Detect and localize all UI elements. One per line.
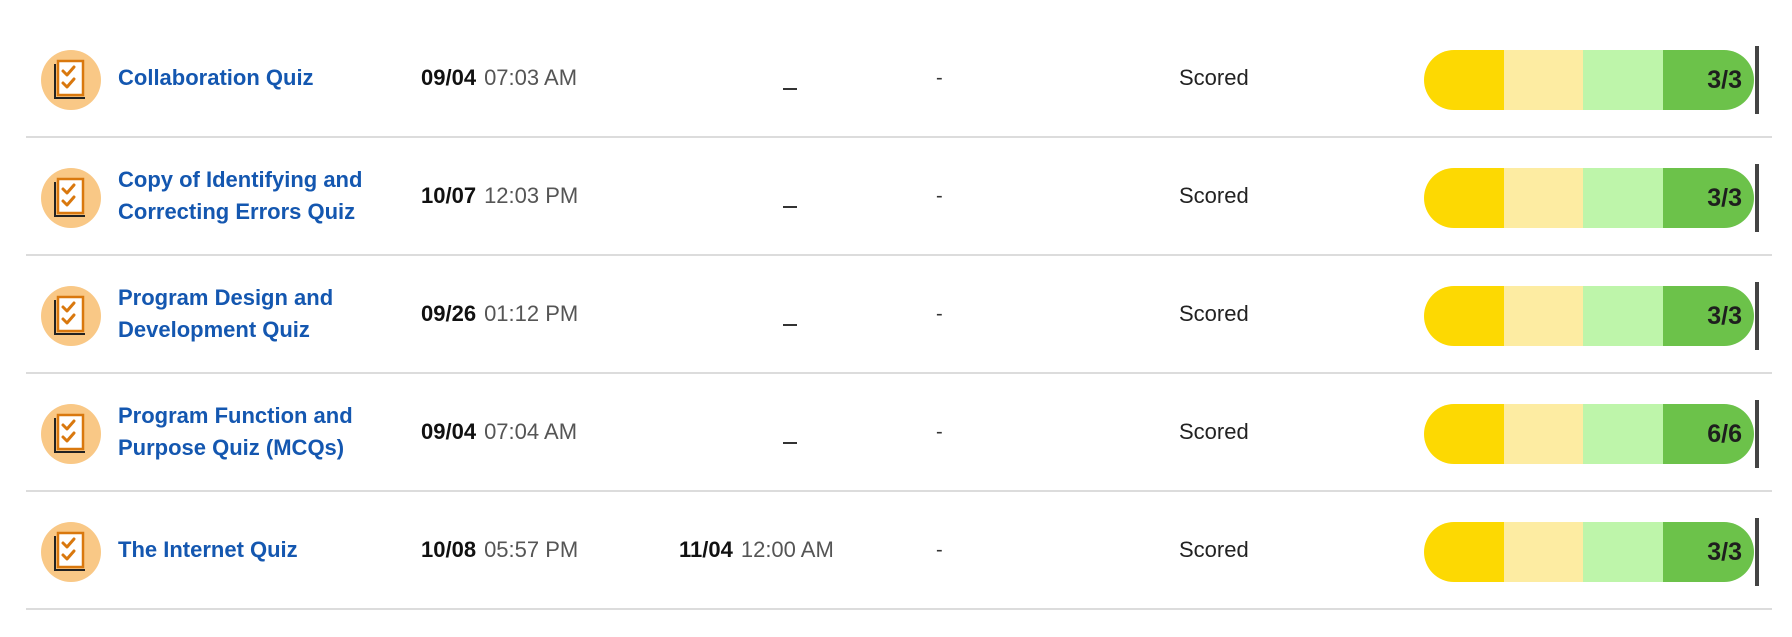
score-segment (1424, 522, 1504, 582)
start-datetime: 10/07 12:03 PM (421, 138, 578, 254)
start-date: 09/26 (421, 301, 477, 326)
start-date: 10/07 (421, 183, 477, 208)
due-date-empty-placeholder (783, 206, 797, 208)
score-value: 3/3 (1662, 522, 1754, 582)
status-label: Scored (1179, 183, 1249, 208)
extra-column-value: - (936, 302, 943, 325)
start-time: 05:57 PM (484, 537, 579, 562)
score-value: 3/3 (1662, 168, 1754, 228)
start-datetime: 10/08 05:57 PM (421, 492, 578, 608)
score-segment (1503, 404, 1583, 464)
score-progress-bar[interactable]: 3/3 (1424, 168, 1754, 228)
quiz-checklist-icon (41, 168, 101, 228)
assignment-title-link[interactable]: Program Design and Development Quiz (118, 256, 398, 372)
extra-column-value: - (936, 538, 943, 561)
extra-column-value: - (936, 184, 943, 207)
quiz-checklist-icon (41, 50, 101, 110)
score-segment (1583, 168, 1663, 228)
score-progress-bar[interactable]: 3/3 (1424, 50, 1754, 110)
quiz-checklist-icon (41, 404, 101, 464)
score-segment (1583, 286, 1663, 346)
score-marker (1755, 46, 1759, 114)
status-label: Scored (1179, 419, 1249, 444)
score-segment (1583, 404, 1663, 464)
score-value: 3/3 (1662, 286, 1754, 346)
start-datetime: 09/04 07:04 AM (421, 374, 577, 490)
score-progress-bar[interactable]: 6/6 (1424, 404, 1754, 464)
assignment-row: Program Function and Purpose Quiz (MCQs)… (26, 374, 1772, 492)
score-segment (1503, 286, 1583, 346)
score-marker (1755, 518, 1759, 586)
assignment-title-link[interactable]: The Internet Quiz (118, 492, 398, 608)
extra-column-value: - (936, 66, 943, 89)
start-datetime: 09/26 01:12 PM (421, 256, 578, 372)
assignment-row: Collaboration Quiz 09/04 07:03 AM - Scor… (26, 20, 1772, 138)
due-date-empty-placeholder (783, 324, 797, 326)
score-marker (1755, 164, 1759, 232)
assignment-row: Program Design and Development Quiz 09/2… (26, 256, 1772, 374)
start-time: 07:03 AM (484, 65, 578, 90)
score-value: 6/6 (1662, 404, 1754, 464)
status-label: Scored (1179, 301, 1249, 326)
score-segment (1424, 50, 1504, 110)
score-segment (1424, 286, 1504, 346)
score-segment (1424, 168, 1504, 228)
assignment-title-link[interactable]: Copy of Identifying and Correcting Error… (118, 138, 398, 254)
score-progress-bar[interactable]: 3/3 (1424, 286, 1754, 346)
start-time: 12:03 PM (484, 183, 579, 208)
due-date-empty-placeholder (783, 442, 797, 444)
score-segment (1503, 522, 1583, 582)
start-date: 09/04 (421, 419, 477, 444)
start-date: 10/08 (421, 537, 477, 562)
score-marker (1755, 282, 1759, 350)
assignment-row: The Internet Quiz 10/08 05:57 PM 11/04 1… (26, 492, 1772, 610)
assignment-title-link[interactable]: Collaboration Quiz (118, 20, 398, 136)
score-value: 3/3 (1662, 50, 1754, 110)
quiz-checklist-icon (41, 522, 101, 582)
assignment-list: Collaboration Quiz 09/04 07:03 AM - Scor… (26, 20, 1772, 610)
score-segment (1424, 404, 1504, 464)
start-time: 07:04 AM (484, 419, 578, 444)
assignment-row: Copy of Identifying and Correcting Error… (26, 138, 1772, 256)
start-datetime: 09/04 07:03 AM (421, 20, 577, 136)
assignment-title-link[interactable]: Program Function and Purpose Quiz (MCQs) (118, 374, 398, 490)
score-marker (1755, 400, 1759, 468)
score-segment (1583, 50, 1663, 110)
status-label: Scored (1179, 65, 1249, 90)
due-date: 11/04 (679, 537, 733, 562)
start-time: 01:12 PM (484, 301, 579, 326)
start-date: 09/04 (421, 65, 477, 90)
score-segment (1503, 50, 1583, 110)
score-progress-bar[interactable]: 3/3 (1424, 522, 1754, 582)
due-date-empty-placeholder (783, 88, 797, 90)
extra-column-value: - (936, 420, 943, 443)
status-label: Scored (1179, 537, 1249, 562)
score-segment (1503, 168, 1583, 228)
due-datetime: 11/04 12:00 AM (679, 492, 834, 608)
score-segment (1583, 522, 1663, 582)
quiz-checklist-icon (41, 286, 101, 346)
due-time: 12:00 AM (740, 537, 834, 562)
